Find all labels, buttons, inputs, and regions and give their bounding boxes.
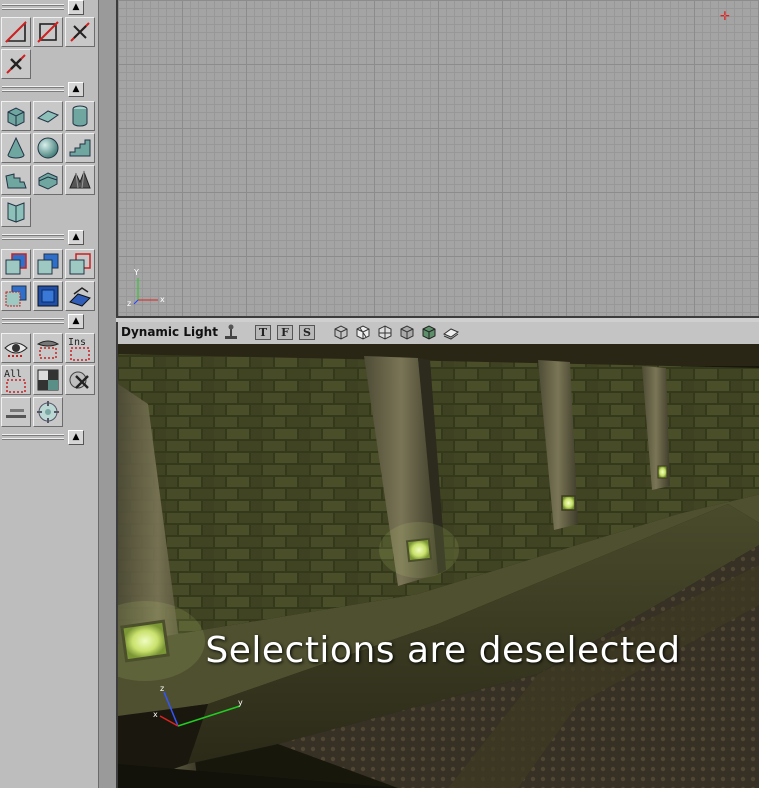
intersect-brush-icon[interactable] (65, 249, 95, 279)
front-view-button[interactable]: F (277, 325, 293, 340)
toolbox-panel: ▲ ▲ ▲ ▲ Ins All ▲ (0, 0, 99, 788)
textured-icon[interactable] (398, 324, 416, 341)
add-special-brush-icon[interactable] (33, 281, 63, 311)
dynamic-light-icon[interactable] (420, 324, 438, 341)
perspective-toolbar: Dynamic Light T F S (116, 322, 759, 344)
axis-label-y: y (238, 698, 243, 707)
pivot-marker-icon: ✛ (720, 9, 731, 23)
cylinder-brush-icon[interactable] (65, 101, 95, 131)
select-none-icon[interactable] (65, 365, 95, 395)
drag-grip[interactable] (2, 86, 64, 94)
zone-icon[interactable] (354, 324, 372, 341)
collapse-button[interactable]: ▲ (68, 0, 84, 15)
lighting-only-icon[interactable] (442, 324, 460, 341)
deintersect-icon[interactable] (1, 49, 31, 79)
status-caption: Selections are deselected (205, 630, 681, 671)
sphere-brush-icon[interactable] (33, 133, 63, 163)
axis-label-x: x (153, 710, 158, 719)
subtract-brush-icon[interactable] (33, 249, 63, 279)
wireframe-icon[interactable] (332, 324, 350, 341)
collapse-button[interactable]: ▲ (68, 82, 84, 97)
terrain-brush-icon[interactable] (65, 165, 95, 195)
axis-label-z: z (160, 684, 165, 693)
camera-alignment-icon[interactable] (33, 397, 63, 427)
invert-selection-icon[interactable] (33, 365, 63, 395)
collapse-button[interactable]: ▲ (68, 430, 84, 445)
drag-grip[interactable] (2, 434, 64, 442)
volumetric-brush-icon[interactable] (1, 197, 31, 227)
intersect-icon[interactable] (65, 17, 95, 47)
axis-label-y: Y (134, 268, 139, 277)
linear-stair-icon[interactable] (65, 133, 95, 163)
cone-brush-icon[interactable] (1, 133, 31, 163)
perspective-viewport[interactable]: Selections are deselected z x y (116, 344, 759, 788)
collapse-button[interactable]: ▲ (68, 230, 84, 245)
side-view-button[interactable]: S (299, 325, 315, 340)
toolbox-group-header: ▲ (0, 82, 96, 98)
show-selected-icon[interactable] (1, 333, 31, 363)
toolbox-group-header: ▲ (0, 430, 96, 446)
axis-label-x: x (160, 295, 165, 304)
drag-grip[interactable] (2, 318, 64, 326)
grid-options-icon[interactable] (1, 397, 31, 427)
subtract-volume-icon[interactable] (33, 17, 63, 47)
collapse-button[interactable]: ▲ (68, 314, 84, 329)
axis-gizmo-icon: z x y (152, 684, 252, 744)
deintersect-brush-icon[interactable] (1, 281, 31, 311)
drag-grip[interactable] (2, 4, 64, 12)
toolbox-group-header: ▲ (0, 230, 96, 246)
select-all-icon[interactable]: All (1, 365, 31, 395)
top-viewport-grid[interactable]: ✛ Y x z (116, 0, 759, 318)
bsp-cuts-icon[interactable] (376, 324, 394, 341)
axis-label-z: z (127, 299, 132, 308)
select-inside-icon[interactable]: Ins (65, 333, 95, 363)
curved-stair-icon[interactable] (1, 165, 31, 195)
add-brush-icon[interactable] (1, 249, 31, 279)
toolbox-group-header: ▲ (0, 314, 96, 330)
drag-grip[interactable] (2, 234, 64, 242)
axis-gizmo-icon: Y x z (124, 268, 174, 308)
sheet-brush-icon[interactable] (33, 101, 63, 131)
joystick-icon[interactable] (222, 324, 240, 341)
add-volume-icon[interactable] (1, 17, 31, 47)
cube-brush-icon[interactable] (1, 101, 31, 131)
view-mode-label: Dynamic Light (121, 325, 218, 339)
spiral-stair-icon[interactable] (33, 165, 63, 195)
hide-selected-icon[interactable] (33, 333, 63, 363)
add-mover-icon[interactable] (65, 281, 95, 311)
top-view-button[interactable]: T (255, 325, 271, 340)
toolbox-group-header: ▲ (0, 0, 96, 16)
